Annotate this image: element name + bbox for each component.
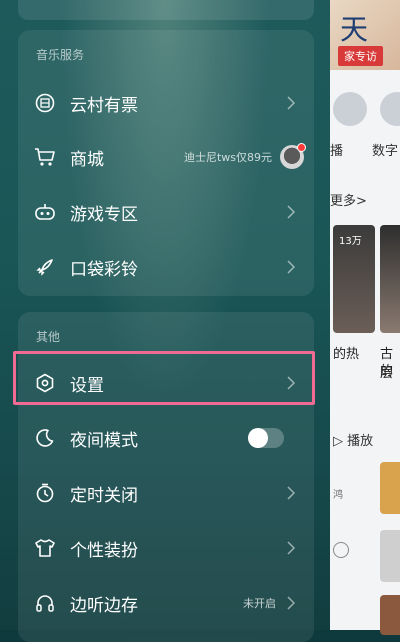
menu-item-cloud-tickets[interactable]: 云村有票 bbox=[18, 77, 314, 129]
menu-item-cache-while-listening[interactable]: 边听边存 未开启 bbox=[18, 577, 314, 629]
chevron-right-icon bbox=[284, 260, 298, 274]
background-banner[interactable]: 天 家专访 bbox=[330, 0, 400, 70]
chevron-right-icon bbox=[284, 596, 298, 610]
menu-item-label: 口袋彩铃 bbox=[70, 259, 138, 280]
chevron-right-icon bbox=[284, 486, 298, 500]
chevron-right-icon bbox=[284, 96, 298, 110]
background-label: 播 bbox=[330, 144, 344, 159]
background-play-button[interactable]: ▷ 播放 bbox=[333, 430, 373, 449]
avatar bbox=[280, 143, 306, 169]
moon-icon bbox=[34, 427, 56, 449]
drawer-top-card bbox=[18, 0, 314, 20]
background-more-link[interactable]: 更多> bbox=[330, 190, 367, 209]
settings-highlight-box bbox=[13, 351, 315, 405]
notification-dot bbox=[297, 143, 306, 152]
menu-item-label: 云村有票 bbox=[70, 95, 138, 116]
menu-item-game-zone[interactable]: 游戏专区 bbox=[18, 186, 314, 238]
mall-promo-text: 迪士尼tws仅89元 bbox=[183, 151, 272, 164]
banner-char: 天 bbox=[340, 13, 369, 46]
menu-item-label: 夜间模式 bbox=[70, 430, 138, 451]
chevron-right-icon bbox=[284, 541, 298, 555]
background-thumbnail[interactable] bbox=[380, 595, 400, 635]
menu-item-label: 个性装扮 bbox=[70, 540, 138, 561]
section-title-other: 其他 bbox=[36, 330, 61, 344]
play-circle-icon[interactable] bbox=[333, 542, 349, 558]
menu-item-mall[interactable]: 商城 迪士尼tws仅89元 bbox=[18, 131, 314, 183]
background-icon-circle[interactable] bbox=[333, 92, 367, 126]
menu-item-label: 商城 bbox=[70, 149, 104, 170]
menu-item-pocket-ringtone[interactable]: 口袋彩铃 bbox=[18, 241, 314, 293]
background-thumbnail[interactable] bbox=[380, 530, 400, 582]
menu-item-night-mode[interactable]: 夜间模式 bbox=[18, 412, 314, 464]
background-label: 数字 bbox=[372, 144, 399, 159]
ticket-icon bbox=[34, 92, 56, 114]
menu-item-label: 游戏专区 bbox=[70, 204, 138, 225]
banner-tag: 家专访 bbox=[338, 46, 383, 66]
background-caption: 的热 bbox=[333, 347, 360, 362]
timer-icon bbox=[34, 482, 56, 504]
chevron-right-icon bbox=[284, 205, 298, 219]
side-drawer: 音乐服务 云村有票 商城 迪士尼tws仅89元 游戏专区 口袋彩铃 其他 设置 … bbox=[0, 0, 330, 642]
background-thumbnail[interactable] bbox=[380, 462, 400, 514]
rocket-icon bbox=[34, 256, 56, 278]
status-text: 未开启 bbox=[243, 597, 276, 610]
section-title-music-services: 音乐服务 bbox=[36, 48, 85, 62]
menu-item-personalize[interactable]: 个性装扮 bbox=[18, 522, 314, 574]
night-mode-toggle[interactable] bbox=[248, 428, 284, 448]
tshirt-icon bbox=[34, 537, 56, 559]
menu-item-sleep-timer[interactable]: 定时关闭 bbox=[18, 467, 314, 519]
toggle-knob bbox=[248, 428, 268, 448]
background-thumbnail[interactable] bbox=[380, 225, 400, 333]
headphones-icon bbox=[34, 592, 56, 614]
menu-item-label: 边听边存 bbox=[70, 595, 138, 616]
menu-item-label: 定时关闭 bbox=[70, 485, 138, 506]
gamepad-icon bbox=[34, 201, 56, 223]
background-badge: 13万 bbox=[339, 236, 362, 247]
background-caption: 的 bbox=[380, 364, 394, 379]
cart-icon bbox=[34, 146, 56, 168]
background-small-text: 鸿 bbox=[333, 490, 343, 501]
